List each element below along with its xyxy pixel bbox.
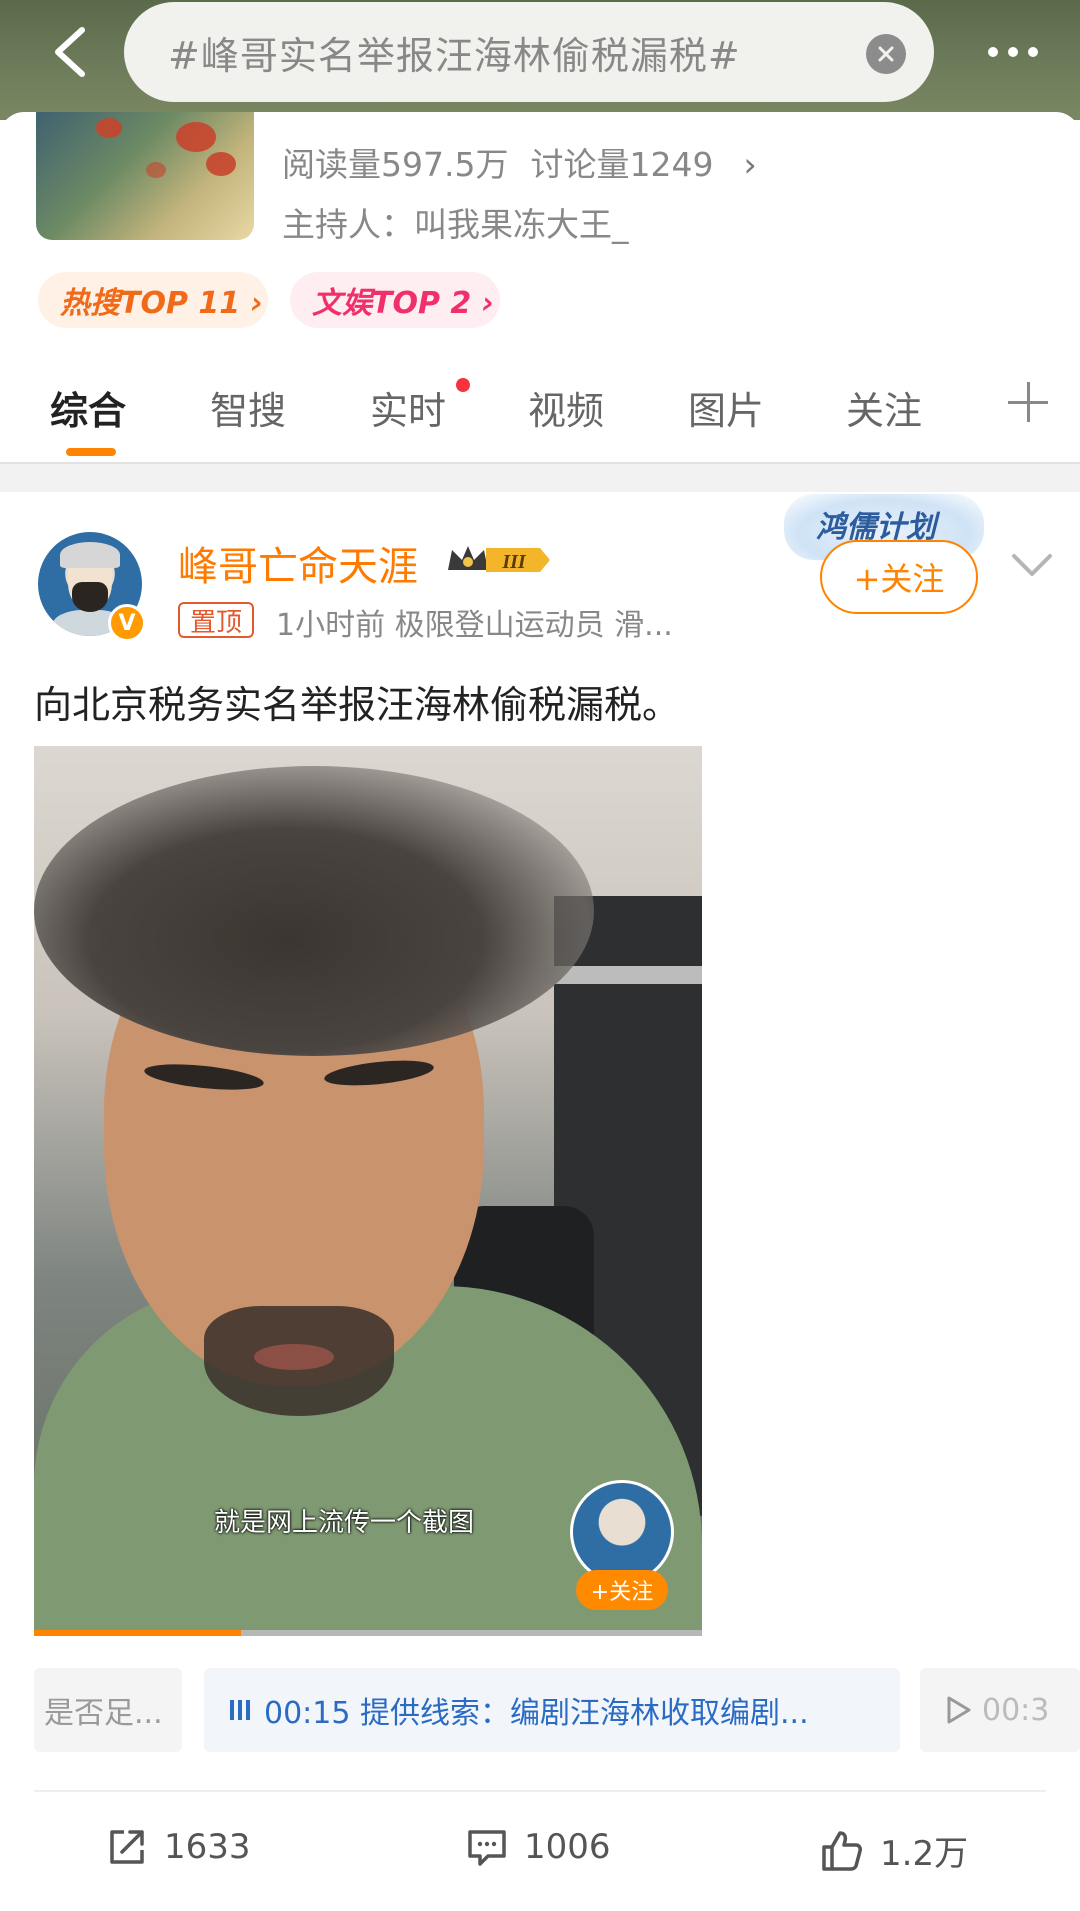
tab-images[interactable]: 图片 bbox=[688, 380, 764, 435]
tab-bar: 综合 智搜 实时 视频 图片 关注 bbox=[0, 370, 1080, 462]
post-card: V 峰哥亡命天涯 III 置顶 1小时前 极限登山运动员 滑... 鸿儒计划 +… bbox=[0, 492, 1080, 1911]
topic-thumbnail bbox=[36, 112, 254, 240]
like-button[interactable]: 1.2万 bbox=[820, 1826, 968, 1875]
chapter-label: 00:15 提供线索：编剧汪海林收取编剧... bbox=[264, 1696, 809, 1731]
section-divider bbox=[0, 462, 1080, 492]
dot-icon bbox=[988, 47, 998, 57]
play-icon bbox=[947, 1696, 971, 1724]
like-count: 1.2万 bbox=[880, 1834, 969, 1874]
discuss-count: 讨论量1249 bbox=[530, 145, 714, 184]
topic-host[interactable]: 主持人：叫我果冻大王_ bbox=[282, 198, 629, 246]
verified-badge-icon: V bbox=[108, 604, 146, 642]
new-content-dot bbox=[456, 378, 470, 392]
chapter-chip-active[interactable]: 00:15 提供线索：编剧汪海林收取编剧... bbox=[204, 1668, 900, 1752]
chevron-right-icon: › bbox=[743, 145, 757, 184]
share-button[interactable]: 1633 bbox=[106, 1826, 251, 1868]
playing-bars-icon bbox=[230, 1700, 250, 1720]
vip-crown-icon: III bbox=[448, 546, 550, 573]
follow-button[interactable]: +关注 bbox=[820, 540, 978, 614]
hot-search-rank-tag[interactable]: 热搜TOP 11 › bbox=[38, 272, 268, 328]
video-subtitle: 就是网上流传一个截图 bbox=[214, 1508, 475, 1538]
video-chapters: 是否足... 00:15 提供线索：编剧汪海林收取编剧... 00:3 bbox=[34, 1668, 1080, 1752]
video-player[interactable]: 就是网上流传一个截图 +关注 bbox=[34, 746, 702, 1636]
comment-icon bbox=[468, 1830, 506, 1866]
tab-video[interactable]: 视频 bbox=[528, 380, 604, 435]
video-progress-fill bbox=[34, 1630, 242, 1636]
tab-following[interactable]: 关注 bbox=[846, 380, 922, 435]
chapter-label: 00:3 bbox=[982, 1692, 1050, 1728]
search-input[interactable]: #峰哥实名举报汪海林偷税漏税# bbox=[124, 2, 934, 102]
chevron-down-icon[interactable] bbox=[1010, 550, 1054, 580]
dot-icon bbox=[1008, 47, 1018, 57]
username[interactable]: 峰哥亡命天涯 bbox=[178, 534, 418, 592]
more-options-button[interactable] bbox=[968, 30, 1058, 74]
add-tab-plus-icon[interactable] bbox=[1008, 382, 1048, 422]
comment-button[interactable]: 1006 bbox=[466, 1826, 611, 1868]
search-query-text: #峰哥实名举报汪海林偷税漏税# bbox=[168, 33, 741, 78]
dot-icon bbox=[1028, 47, 1038, 57]
read-count: 阅读量597.5万 bbox=[282, 145, 509, 184]
clear-search-button[interactable] bbox=[866, 34, 906, 74]
vip-level-label: III bbox=[501, 551, 527, 573]
top-bar: #峰哥实名举报汪海林偷税漏税# bbox=[0, 0, 1080, 120]
back-button[interactable] bbox=[40, 22, 100, 82]
close-icon bbox=[878, 46, 894, 62]
comment-count: 1006 bbox=[524, 1827, 611, 1867]
tab-realtime[interactable]: 实时 bbox=[370, 380, 446, 435]
video-follow-button[interactable]: +关注 bbox=[576, 1570, 668, 1610]
tab-comprehensive[interactable]: 综合 bbox=[50, 380, 126, 435]
action-bar: 1633 1006 1.2万 bbox=[0, 1792, 1080, 1902]
post-meta: 1小时前 极限登山运动员 滑... bbox=[276, 608, 673, 643]
video-progress-bar[interactable] bbox=[34, 1630, 702, 1636]
chevron-left-icon bbox=[55, 27, 85, 77]
entertainment-rank-tag[interactable]: 文娱TOP 2 › bbox=[290, 272, 500, 328]
chapter-label: 是否足... bbox=[44, 1696, 163, 1731]
thumbs-up-icon bbox=[822, 1830, 862, 1871]
video-author-avatar[interactable] bbox=[570, 1480, 674, 1584]
share-count: 1633 bbox=[164, 1827, 251, 1867]
active-tab-indicator bbox=[66, 448, 116, 456]
post-text: 向北京税务实名举报汪海林偷税漏税。 bbox=[34, 683, 681, 727]
topic-stats[interactable]: 阅读量597.5万 讨论量1249 › bbox=[282, 138, 757, 186]
chapter-chip[interactable]: 00:3 bbox=[920, 1668, 1080, 1752]
tab-smart-search[interactable]: 智搜 bbox=[210, 380, 286, 435]
pinned-tag: 置顶 bbox=[178, 602, 255, 638]
chapter-chip[interactable]: 是否足... bbox=[34, 1668, 182, 1752]
share-icon bbox=[110, 1830, 144, 1864]
